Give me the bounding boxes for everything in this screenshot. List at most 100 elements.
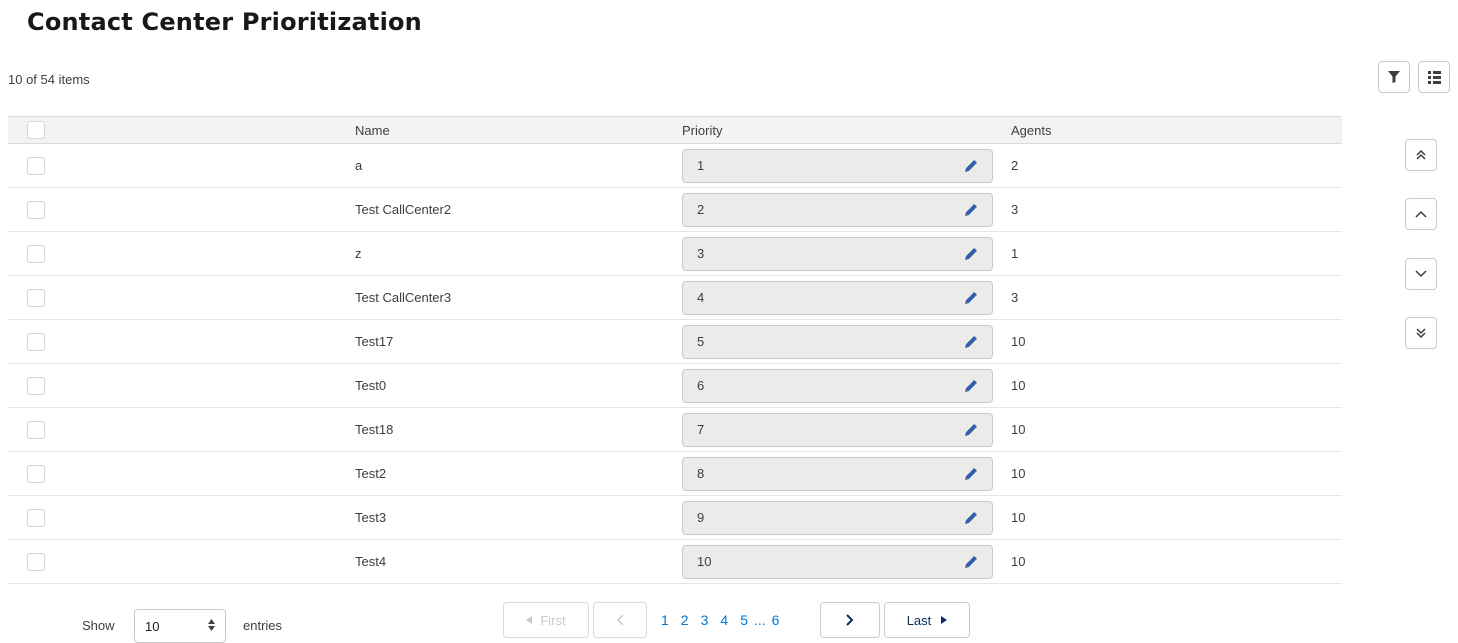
table-row: Test CallCenter3 4 3 [8, 276, 1342, 320]
row-checkbox[interactable] [27, 288, 45, 307]
row-name: Test18 [355, 422, 394, 437]
row-agents: 10 [1011, 378, 1026, 393]
first-page-button[interactable]: First [503, 602, 589, 638]
priority-field[interactable]: 1 [682, 148, 993, 183]
page-number[interactable]: 4 [720, 612, 728, 628]
row-checkbox[interactable] [27, 420, 45, 439]
pencil-icon[interactable] [964, 467, 978, 481]
pencil-icon[interactable] [964, 335, 978, 349]
pencil-icon[interactable] [964, 159, 978, 173]
pencil-icon[interactable] [964, 203, 978, 217]
entries-value: 10 [145, 618, 160, 634]
previous-page-button[interactable] [593, 602, 647, 638]
column-header-name[interactable]: Name [355, 117, 390, 143]
priority-field[interactable]: 3 [682, 236, 993, 271]
page-number[interactable]: 6 [772, 612, 780, 628]
row-checkbox[interactable] [27, 200, 45, 219]
table-row: Test17 5 10 [8, 320, 1342, 364]
page-ellipsis: ... [753, 612, 766, 628]
item-count: 10 of 54 items [8, 72, 90, 87]
show-label: Show [82, 618, 115, 633]
row-checkbox[interactable] [27, 244, 45, 263]
table-row: Test0 6 10 [8, 364, 1342, 408]
priority-field[interactable]: 9 [682, 500, 993, 535]
caret-left-icon [526, 616, 533, 624]
row-checkbox[interactable] [27, 464, 45, 483]
move-up-button[interactable] [1405, 198, 1437, 230]
row-name: Test0 [355, 378, 387, 393]
row-agents: 10 [1011, 466, 1026, 481]
priority-value: 2 [697, 202, 705, 217]
priority-value: 3 [697, 246, 705, 261]
pencil-icon[interactable] [964, 423, 978, 437]
caret-right-icon [941, 616, 948, 624]
priority-value: 5 [697, 334, 705, 349]
row-checkbox[interactable] [27, 332, 45, 351]
next-page-button[interactable] [820, 602, 880, 638]
row-agents: 10 [1011, 554, 1026, 569]
pencil-icon[interactable] [964, 291, 978, 305]
chevron-down-icon [1415, 270, 1427, 278]
pencil-icon[interactable] [964, 247, 978, 261]
priority-field[interactable]: 5 [682, 324, 993, 359]
priority-value: 9 [697, 510, 705, 525]
row-checkbox[interactable] [27, 156, 45, 175]
page-number[interactable]: 2 [681, 612, 689, 628]
double-chevron-down-icon [1416, 328, 1426, 338]
move-to-bottom-button[interactable] [1405, 317, 1437, 349]
page-number[interactable]: 1 [661, 612, 669, 628]
row-checkbox[interactable] [27, 552, 45, 571]
pencil-icon[interactable] [964, 555, 978, 569]
pencil-icon[interactable] [964, 511, 978, 525]
row-agents: 3 [1011, 290, 1019, 305]
priority-field[interactable]: 8 [682, 456, 993, 491]
spinner-icon [208, 619, 215, 631]
entries-per-page-select[interactable]: 10 [134, 609, 226, 643]
row-checkbox[interactable] [27, 508, 45, 527]
row-name: Test CallCenter2 [355, 202, 452, 217]
row-agents: 10 [1011, 334, 1026, 349]
chevron-up-icon [1415, 210, 1427, 218]
table-row: Test18 7 10 [8, 408, 1342, 452]
table-row: Test2 8 10 [8, 452, 1342, 496]
row-name: Test17 [355, 334, 394, 349]
row-agents: 2 [1011, 158, 1019, 173]
row-agents: 10 [1011, 422, 1026, 437]
page-number[interactable]: 5 [740, 612, 748, 628]
first-page-label: First [540, 612, 566, 628]
priority-field[interactable]: 6 [682, 368, 993, 403]
page-title: Contact Center Prioritization [27, 8, 422, 36]
select-all-checkbox[interactable] [27, 121, 45, 139]
page-numbers: 1 2 3 4 5... 6 [661, 612, 791, 628]
priority-value: 4 [697, 290, 705, 305]
pencil-icon[interactable] [964, 379, 978, 393]
column-header-priority[interactable]: Priority [682, 117, 722, 143]
last-page-label: Last [906, 612, 932, 628]
column-header-agents[interactable]: Agents [1011, 117, 1051, 143]
row-checkbox[interactable] [27, 376, 45, 395]
filter-button[interactable] [1378, 61, 1410, 93]
table-row: Test3 9 10 [8, 496, 1342, 540]
row-name: Test3 [355, 510, 387, 525]
priority-field[interactable]: 4 [682, 280, 993, 315]
priority-value: 10 [697, 554, 712, 569]
columns-button[interactable] [1418, 61, 1450, 93]
priority-field[interactable]: 2 [682, 192, 993, 227]
table-row: Test CallCenter2 2 3 [8, 188, 1342, 232]
row-name: Test CallCenter3 [355, 290, 452, 305]
table-row: z 3 1 [8, 232, 1342, 276]
table-row: Test4 10 10 [8, 540, 1342, 584]
row-agents: 10 [1011, 510, 1026, 525]
priority-field[interactable]: 7 [682, 412, 993, 447]
double-chevron-up-icon [1416, 150, 1426, 160]
page-number[interactable]: 3 [701, 612, 709, 628]
move-down-button[interactable] [1405, 258, 1437, 290]
priority-value: 1 [697, 158, 705, 173]
last-page-button[interactable]: Last [884, 602, 970, 638]
priority-field[interactable]: 10 [682, 544, 993, 579]
move-to-top-button[interactable] [1405, 139, 1437, 171]
row-name: Test2 [355, 466, 387, 481]
row-agents: 3 [1011, 202, 1019, 217]
row-name: a [355, 158, 363, 173]
table-row: a 1 2 [8, 144, 1342, 188]
